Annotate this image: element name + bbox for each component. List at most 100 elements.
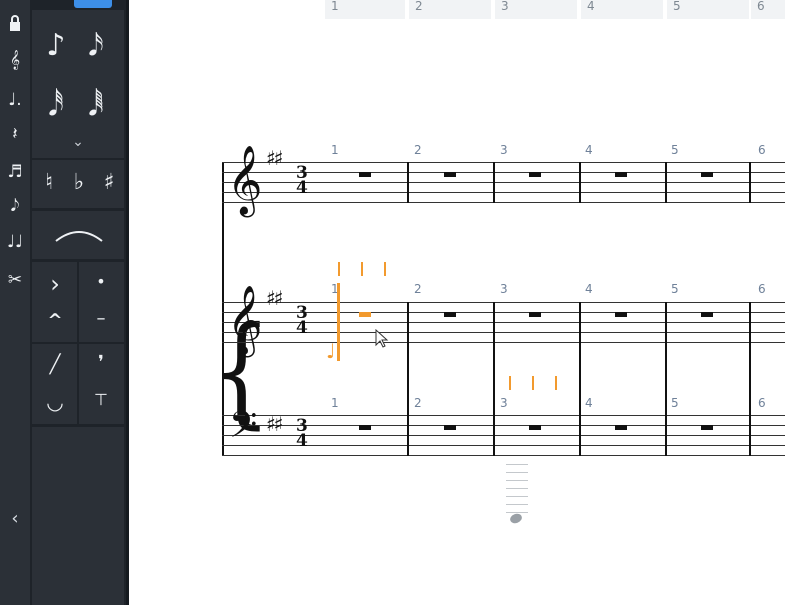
eighth-note-icon[interactable]: ♪ [36, 28, 76, 63]
measure-number: 2 [414, 396, 422, 410]
accidentals-group: ♮ ♭ ♯ [32, 160, 124, 208]
barline[interactable] [493, 162, 495, 203]
measure-number: 1 [331, 143, 339, 157]
time-signature[interactable]: 34 [296, 418, 308, 451]
measure-number: 4 [585, 282, 593, 296]
barline[interactable] [579, 302, 581, 456]
ruler-measure-1[interactable]: 1 [325, 0, 405, 19]
staccato-icon[interactable]: • [84, 272, 118, 291]
treble-clef[interactable]: 𝄞 [227, 140, 262, 220]
measure-number: 6 [758, 143, 766, 157]
ghost-notehead [508, 512, 524, 525]
key-signature[interactable]: ♯♯ [266, 146, 283, 170]
flat-icon[interactable]: ♭ [64, 170, 94, 195]
staccatissimo-icon[interactable]: ╱ [38, 354, 72, 375]
selected-whole-rest[interactable] [359, 312, 371, 317]
sharp-icon[interactable]: ♯ [94, 170, 124, 195]
lock-icon[interactable] [0, 8, 30, 40]
measure-number: 1 [331, 396, 339, 410]
barline[interactable] [749, 162, 751, 203]
barline[interactable] [665, 302, 667, 456]
whole-rest[interactable] [444, 312, 456, 317]
barline[interactable] [579, 162, 581, 203]
time-sig-bottom: 4 [296, 431, 308, 451]
note-duration-group: ♪ 𝅘𝅥𝅯 𝅘𝅥𝅰 𝅘𝅥𝅱 ⌄ [32, 10, 124, 158]
whole-rest[interactable] [701, 312, 713, 317]
grace-note-icon[interactable]: 𝅘𝅥𝅮 [0, 190, 30, 222]
whole-rest[interactable] [701, 425, 713, 430]
whole-rest[interactable] [615, 312, 627, 317]
ruler-measure-2[interactable]: 2 [409, 0, 491, 19]
ruler-measure-3[interactable]: 3 [495, 0, 577, 19]
measure-number: 3 [500, 143, 508, 157]
ruler-measure-6[interactable]: 6 [751, 0, 785, 19]
palette-panel: ♪ 𝅘𝅥𝅯 𝅘𝅥𝅰 𝅘𝅥𝅱 ⌄ ♮ ♭ ♯ › • ^ – ╱ ❜ ◡ ⊤ [30, 0, 126, 605]
scissors-icon[interactable]: ✂ [0, 264, 30, 296]
barline[interactable] [749, 302, 751, 456]
input-cursor [337, 283, 340, 361]
mouse-pointer-icon [375, 329, 389, 348]
quarter-rest-icon[interactable]: 𝄽 [0, 118, 30, 150]
whole-rest[interactable] [615, 172, 627, 177]
key-signature[interactable]: ♯♯ [266, 412, 283, 436]
expand-notes-icon[interactable]: ⌄ [68, 134, 88, 150]
sixteenth-note-icon[interactable]: 𝅘𝅥𝅯 [76, 28, 116, 63]
time-sig-bottom: 4 [296, 178, 308, 198]
barline[interactable] [665, 162, 667, 203]
treble-clef[interactable]: 𝄞 [227, 280, 262, 360]
palette-empty-area [32, 427, 124, 605]
marcato-icon[interactable]: ^ [38, 310, 72, 331]
beat-marker [384, 262, 386, 276]
whole-rest[interactable] [359, 425, 371, 430]
measure-number: 5 [671, 282, 679, 296]
whole-rest[interactable] [529, 425, 541, 430]
time-signature[interactable]: 34 [296, 165, 308, 198]
two-notes-icon[interactable]: ♩♩ [0, 226, 30, 258]
whole-rest[interactable] [701, 172, 713, 177]
measure-number: 6 [758, 396, 766, 410]
slur-icon[interactable]: ◡ [38, 390, 72, 414]
tenuto-icon[interactable]: – [84, 308, 118, 329]
barline[interactable] [493, 302, 495, 456]
barline[interactable] [407, 162, 409, 203]
fermata-icon[interactable]: ⊤ [84, 390, 118, 409]
collapse-panel-icon[interactable]: ‹ [0, 503, 30, 535]
whole-rest[interactable] [359, 172, 371, 177]
beat-marker [338, 262, 340, 276]
clef-g-icon[interactable]: 𝄞 [0, 44, 30, 76]
wedge-icon[interactable]: ❜ [84, 352, 118, 373]
measure-number: 2 [414, 282, 422, 296]
palette-active-tab[interactable] [74, 0, 112, 8]
tie-icon[interactable] [54, 227, 104, 243]
measure-number: 4 [585, 143, 593, 157]
accent-icon[interactable]: › [38, 270, 72, 298]
ruler-measure-5[interactable]: 5 [667, 0, 749, 19]
score-canvas[interactable]: 1 2 3 4 5 6 { 𝄞 ♯♯ 34 𝄞 ♯♯ 34 𝄢 ♯♯ 3 4 1… [129, 0, 785, 605]
sixty-fourth-note-icon[interactable]: 𝅘𝅥𝅱 [76, 88, 116, 123]
time-signature[interactable]: 34 [296, 305, 308, 338]
whole-rest[interactable] [444, 172, 456, 177]
articulations-group: › • ^ – ╱ ❜ ◡ ⊤ [32, 262, 124, 424]
whole-rest[interactable] [444, 425, 456, 430]
beat-marker [509, 376, 511, 390]
thirty-second-note-icon[interactable]: 𝅘𝅥𝅰 [36, 88, 76, 123]
beamed-notes-icon[interactable]: ♬ [0, 156, 30, 188]
beat-marker [361, 262, 363, 276]
whole-rest[interactable] [615, 425, 627, 430]
bass-clef[interactable]: 𝄢 [229, 400, 257, 460]
left-toolbar: 𝄞 ♩. 𝄽 ♬ 𝅘𝅥𝅮 ♩♩ ✂ ‹ [0, 0, 30, 605]
beat-marker [555, 376, 557, 390]
barline[interactable] [407, 302, 409, 456]
dotted-note-icon[interactable]: ♩. [0, 84, 30, 116]
time-sig-bottom: 4 [296, 318, 308, 338]
key-signature[interactable]: ♯♯ [266, 286, 283, 310]
measure-number: 6 [758, 282, 766, 296]
measure-number: 4 [585, 396, 593, 410]
whole-rest[interactable] [529, 172, 541, 177]
measure-number: 3 [500, 282, 508, 296]
whole-rest[interactable] [529, 312, 541, 317]
natural-icon[interactable]: ♮ [34, 170, 64, 195]
tie-group [32, 211, 124, 259]
measure-number: 3 [500, 396, 508, 410]
ruler-measure-4[interactable]: 4 [581, 0, 663, 19]
